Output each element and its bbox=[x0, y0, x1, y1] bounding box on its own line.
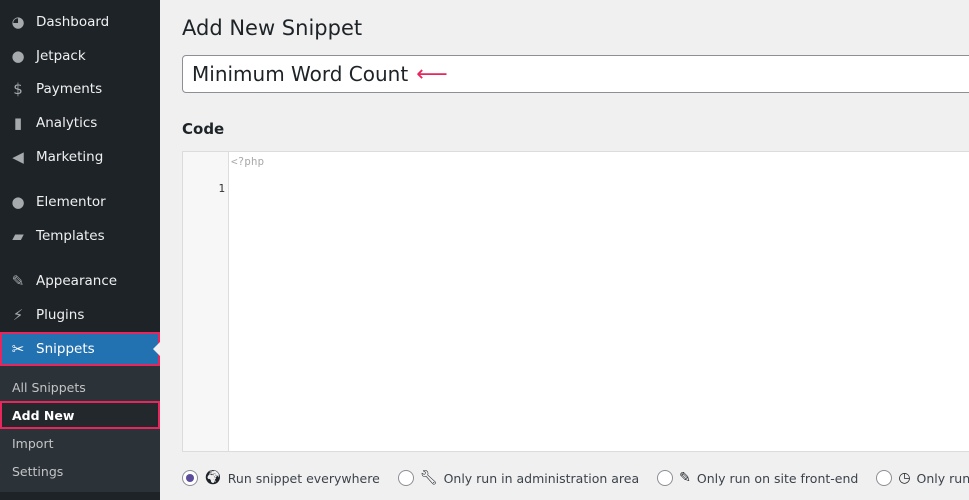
scissors-icon: ✂ bbox=[11, 340, 25, 358]
sidebar-item-dashboard[interactable]: ◕ Dashboard bbox=[0, 5, 160, 39]
label: Appearance bbox=[36, 273, 118, 289]
dashboard-icon: ◕ bbox=[11, 13, 25, 31]
paintbrush-icon: ✎ bbox=[11, 272, 25, 290]
submenu-import[interactable]: Import bbox=[0, 429, 160, 457]
label: Marketing bbox=[36, 149, 104, 165]
scope-options: 🌍︎ Run snippet everywhere 🔧︎ Only run in a… bbox=[182, 470, 969, 486]
paintbrush-icon: ✎ bbox=[679, 470, 691, 486]
label: Analytics bbox=[36, 115, 98, 131]
code-editor[interactable]: 1 <?php bbox=[182, 151, 969, 452]
clock-icon: ◷ bbox=[898, 470, 911, 486]
scope-admin[interactable]: 🔧︎ Only run in administration area bbox=[397, 470, 640, 486]
snippets-submenu: All Snippets Add New Import Settings bbox=[0, 366, 160, 492]
line-number: 1 bbox=[218, 182, 225, 195]
label: Only run in administration area bbox=[443, 470, 640, 486]
sidebar-item-analytics[interactable]: ▮ Analytics bbox=[0, 106, 160, 140]
snippet-title-input[interactable]: Minimum Word Count ⟵ bbox=[182, 55, 969, 93]
php-tag: <?php bbox=[231, 155, 265, 168]
title-value: Minimum Word Count bbox=[192, 62, 409, 86]
radio[interactable] bbox=[657, 470, 674, 486]
scope-once[interactable]: ◷ Only run once bbox=[876, 470, 969, 486]
elementor-icon: ● bbox=[11, 193, 25, 211]
analytics-icon: ▮ bbox=[13, 114, 23, 132]
line-gutter: 1 bbox=[183, 152, 229, 451]
sidebar-item-payments[interactable]: $ Payments bbox=[0, 72, 160, 106]
radio[interactable] bbox=[876, 470, 893, 486]
admin-sidebar: ◕ Dashboard ● Jetpack $ Payments ▮ Analytics… bbox=[0, 0, 160, 500]
scope-everywhere[interactable]: 🌍︎ Run snippet everywhere bbox=[182, 470, 380, 486]
label: Snippets bbox=[36, 341, 95, 357]
folder-icon: ▰ bbox=[12, 227, 24, 245]
sidebar-item-plugins[interactable]: ⚡ Plugins bbox=[0, 298, 160, 332]
plugin-icon: ⚡ bbox=[12, 306, 24, 324]
wrench-icon: 🔧︎ bbox=[419, 470, 438, 486]
label: Templates bbox=[36, 228, 105, 244]
jetpack-icon: ● bbox=[11, 47, 25, 65]
label: Payments bbox=[36, 81, 103, 97]
code-label: Code bbox=[182, 120, 225, 138]
sidebar-item-marketing[interactable]: ◀ Marketing bbox=[0, 140, 160, 174]
sidebar-item-snippets[interactable]: ✂ Snippets bbox=[0, 332, 160, 366]
label: Elementor bbox=[36, 194, 106, 210]
label: Run snippet everywhere bbox=[227, 470, 380, 486]
payments-icon: $ bbox=[13, 80, 23, 98]
radio[interactable] bbox=[397, 470, 414, 486]
sidebar-item-elementor[interactable]: ● Elementor bbox=[0, 185, 160, 219]
submenu-add-new[interactable]: Add New bbox=[0, 401, 160, 429]
globe-icon: 🌍︎ bbox=[204, 470, 222, 486]
page-title: Add New Snippet bbox=[182, 16, 363, 40]
megaphone-icon: ◀ bbox=[12, 148, 24, 166]
label: Only run once bbox=[916, 470, 969, 486]
label: Jetpack bbox=[36, 48, 86, 64]
scope-frontend[interactable]: ✎ Only run on site front-end bbox=[657, 470, 858, 486]
label: Dashboard bbox=[36, 14, 110, 30]
submenu-all-snippets[interactable]: All Snippets bbox=[0, 373, 160, 401]
submenu-settings[interactable]: Settings bbox=[0, 457, 160, 485]
sidebar-item-appearance[interactable]: ✎ Appearance bbox=[0, 264, 160, 298]
arrow-left-icon: ⟵ bbox=[416, 61, 448, 87]
sidebar-item-templates[interactable]: ▰ Templates bbox=[0, 219, 160, 253]
label: Plugins bbox=[36, 307, 85, 323]
radio[interactable] bbox=[182, 470, 198, 486]
sidebar-item-jetpack[interactable]: ● Jetpack bbox=[0, 39, 160, 73]
label: Only run on site front-end bbox=[696, 470, 859, 486]
